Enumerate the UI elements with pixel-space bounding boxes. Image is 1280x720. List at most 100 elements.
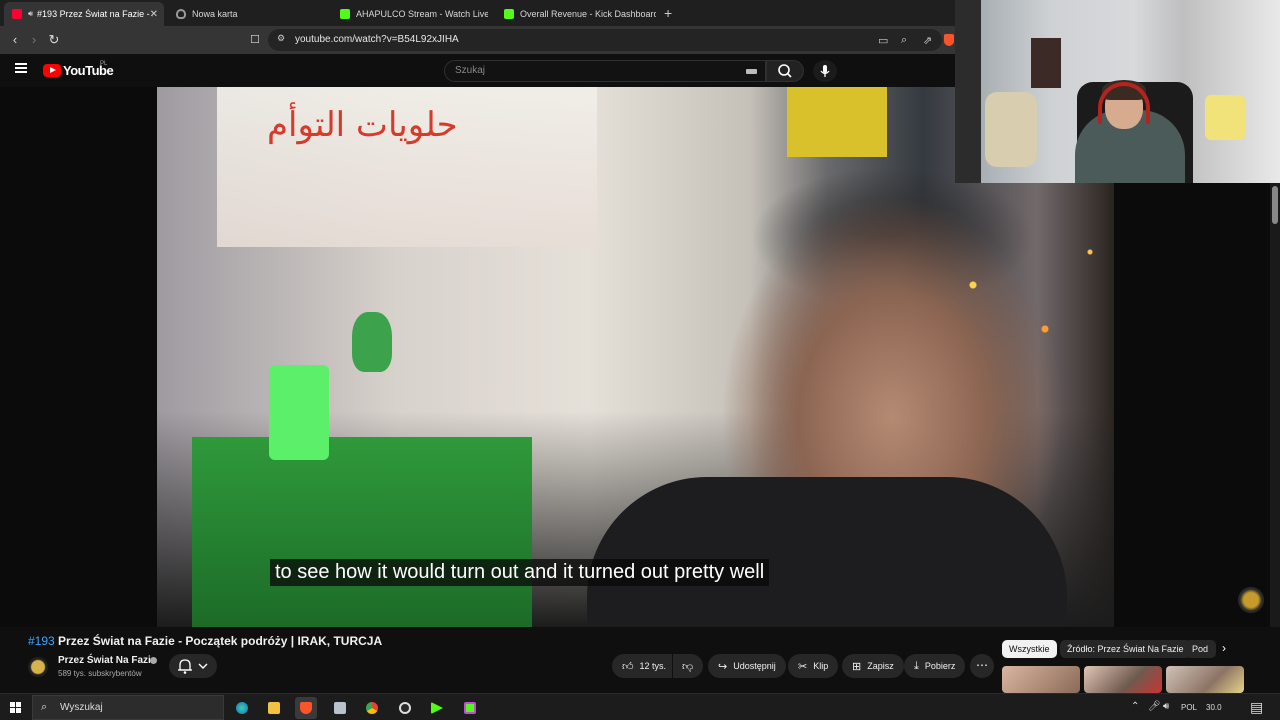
video-title: #193 Przez Świat na Fazie - Początek pod…	[28, 634, 382, 648]
share-icon[interactable]: ⇗	[923, 34, 932, 47]
video-yellow-sign	[787, 87, 887, 157]
tab-new-tab[interactable]: Nowa karta	[168, 2, 332, 26]
site-info-icon[interactable]: ⚙	[277, 33, 285, 44]
webcam-lamp	[1205, 95, 1245, 140]
cast-icon[interactable]: ▭	[878, 34, 888, 47]
bell-icon	[178, 659, 192, 674]
clip-label: Klip	[813, 661, 829, 671]
video-sign-text: حلويات التوأم	[267, 105, 458, 145]
search-button[interactable]	[766, 60, 804, 82]
download-button[interactable]: ⤓ Pobierz	[904, 654, 966, 678]
brave-app-icon[interactable]	[295, 697, 317, 719]
browser-toolbar: ‹ › ↻ ☐ ⚙ youtube.com/watch?v=B54L92xJIH…	[0, 26, 956, 54]
windows-taskbar: ⌕ Wyszukaj ⌃ 🎤︎ 🔊︎ POL ▤	[0, 693, 1280, 720]
chevron-up-icon[interactable]: ⌃	[1131, 701, 1139, 712]
search-input[interactable]: Szukaj	[444, 60, 766, 82]
tab-kick-stream[interactable]: AHAPULCO Stream - Watch Live on K	[332, 2, 490, 26]
zoom-icon[interactable]: ⌕	[901, 34, 907, 47]
webcam-armchair	[985, 92, 1037, 167]
back-button[interactable]: ‹	[6, 31, 24, 49]
address-bar[interactable]: ⚙ youtube.com/watch?v=B54L92xJIHA ▭ ⌕ ⇗	[268, 29, 942, 51]
channel-name[interactable]: Przez Świat Na Fazie	[58, 655, 156, 666]
kick-app-icon[interactable]	[426, 697, 448, 719]
channel-watermark-icon[interactable]	[1238, 587, 1264, 613]
speaker-icon[interactable]: 🔊︎	[1163, 701, 1169, 712]
kick-favicon-icon	[504, 9, 514, 19]
tab-title: Nowa karta	[192, 9, 238, 19]
clip-button[interactable]: ✂ Klip	[788, 654, 839, 678]
youtube-favicon-icon	[12, 9, 22, 19]
notifications-icon[interactable]: ▤	[1250, 699, 1263, 716]
app-icon[interactable]	[329, 697, 351, 719]
save-label: Zapisz	[867, 661, 894, 671]
edge-app-icon[interactable]	[231, 697, 253, 719]
thumbs-down-icon: 👎︎	[682, 660, 694, 673]
taskbar-search-placeholder: Wyszukaj	[60, 702, 103, 713]
search-icon	[778, 64, 792, 78]
microphone-icon[interactable]: 🎤︎	[1148, 701, 1161, 712]
youtube-logo-icon[interactable]	[43, 64, 61, 77]
shield-icon	[176, 9, 186, 19]
search-icon: ⌕	[41, 701, 48, 713]
chip-related[interactable]: Pod	[1186, 640, 1216, 658]
voice-search-button[interactable]	[813, 60, 837, 82]
tab-youtube-video[interactable]: 🔊︎ #193 Przez Świat na Fazie - P ✕	[4, 2, 164, 26]
reload-button[interactable]: ↻	[45, 31, 63, 49]
recommended-thumbnail[interactable]	[1084, 666, 1162, 693]
video-green-jar	[269, 365, 329, 460]
chip-all[interactable]: Wszystkie	[1002, 640, 1057, 658]
more-actions-button[interactable]: ⋯	[970, 654, 994, 678]
save-button[interactable]: ⊞ Zapisz	[842, 654, 904, 678]
like-button[interactable]: 👍︎ 12 tys.	[612, 654, 672, 678]
video-title-text: Przez Świat na Fazie - Początek podróży …	[58, 634, 383, 648]
bookmark-icon: ⊞	[852, 660, 862, 673]
file-explorer-app-icon[interactable]	[263, 697, 285, 719]
download-label: Pobierz	[924, 661, 956, 671]
page-scrollbar[interactable]	[1270, 183, 1280, 693]
share-button[interactable]: ↪ Udostępnij	[708, 654, 786, 678]
menu-icon[interactable]	[15, 63, 27, 73]
video-green-pot	[352, 312, 392, 372]
audio-playing-icon[interactable]: 🔊︎	[28, 9, 33, 19]
subscriber-count: 589 tys. subskrybentów	[58, 669, 142, 678]
dislike-button[interactable]: 👎︎	[673, 654, 703, 678]
thumbs-up-icon: 👍︎	[622, 660, 634, 673]
browser-tab-strip: 🔊︎ #193 Przez Świat na Fazie - P ✕ Nowa …	[0, 0, 956, 26]
episode-hashtag[interactable]: #193	[28, 634, 55, 648]
like-count: 12 tys.	[639, 661, 667, 671]
forward-button[interactable]: ›	[25, 31, 43, 49]
region-code: PL	[100, 61, 108, 67]
recommended-thumbnail[interactable]	[1002, 666, 1080, 693]
windows-start-icon[interactable]	[10, 702, 21, 713]
url-text: youtube.com/watch?v=B54L92xJIHA	[295, 34, 459, 45]
video-subtitle: to see how it would turn out and it turn…	[270, 559, 770, 586]
youtube-header: YouTube PL Szukaj	[0, 54, 956, 87]
taskbar-clock-date[interactable]: 30.0	[1206, 703, 1222, 712]
channel-avatar[interactable]	[28, 657, 48, 677]
scissors-icon: ✂	[798, 660, 808, 673]
taskbar-search-input[interactable]: ⌕ Wyszukaj	[32, 695, 224, 720]
share-arrow-icon: ↪	[718, 660, 728, 673]
tab-title: AHAPULCO Stream - Watch Live on K	[356, 9, 488, 19]
webcam-overlay	[955, 0, 1280, 183]
new-tab-button[interactable]: +	[664, 5, 672, 21]
webcam-shelf	[955, 0, 981, 183]
obs-app-icon[interactable]	[394, 697, 416, 719]
close-tab-icon[interactable]: ✕	[150, 9, 158, 20]
scrollbar-thumb[interactable]	[1272, 186, 1278, 224]
tab-kick-dashboard[interactable]: Overall Revenue - Kick Dashboard	[496, 2, 656, 26]
tab-title: #193 Przez Świat na Fazie - P	[37, 9, 154, 19]
keyboard-icon[interactable]	[746, 69, 757, 74]
streamlabs-app-icon[interactable]	[459, 697, 481, 719]
video-person-shirt	[587, 477, 1067, 627]
chip-source-channel[interactable]: Źródło: Przez Świat Na Fazie	[1060, 640, 1191, 658]
input-language[interactable]: POL	[1181, 703, 1197, 712]
bookmark-icon[interactable]: ☐	[246, 31, 264, 49]
chrome-app-icon[interactable]	[361, 697, 383, 719]
chevron-right-icon[interactable]: ›	[1222, 641, 1226, 655]
video-green-table	[192, 437, 532, 627]
notifications-button[interactable]	[169, 654, 217, 678]
recommended-thumbnail[interactable]	[1166, 666, 1244, 693]
webcam-poster	[1031, 38, 1061, 88]
share-label: Udostępnij	[733, 661, 776, 671]
